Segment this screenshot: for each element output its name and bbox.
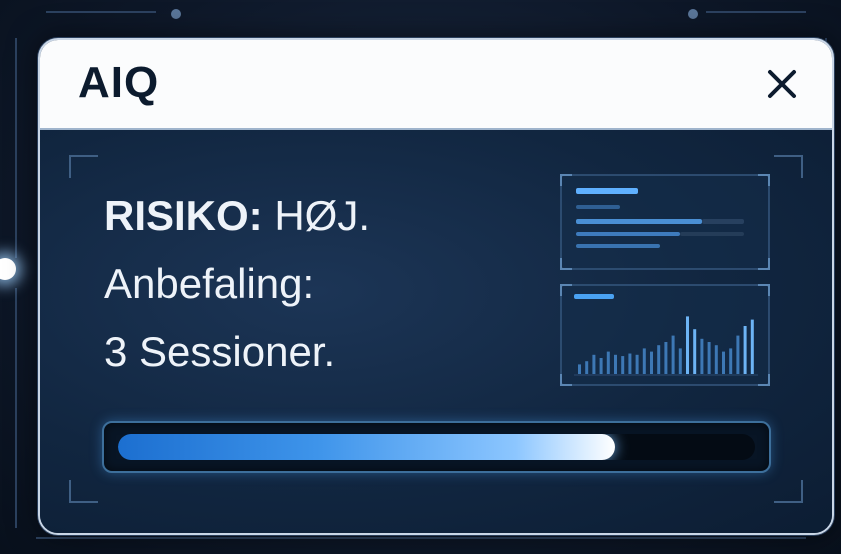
recommendation-value: 3 Sessioner. — [104, 328, 336, 375]
risk-message: RISIKO: HØJ. Anbefaling: 3 Sessioner. — [104, 182, 370, 386]
chart-preview-panel — [558, 282, 772, 388]
close-icon — [768, 70, 796, 98]
mini-chart-bar — [722, 351, 725, 374]
mini-chart-bar — [621, 356, 625, 374]
dialog-window: AIQ RISIKO: HØJ. Anbefaling: 3 Sessioner… — [38, 38, 834, 535]
mini-chart-bar — [671, 335, 675, 374]
mini-chart-bar — [693, 329, 697, 374]
mini-chart-bar — [578, 364, 581, 374]
mini-chart-bar — [614, 354, 617, 374]
mini-chart-bar — [686, 316, 689, 374]
mini-chart-bar — [678, 348, 682, 374]
decor-dot — [171, 9, 181, 19]
mini-chart-bar — [714, 345, 718, 374]
mini-chart-bar — [750, 319, 754, 374]
mini-chart-bar — [599, 358, 603, 374]
mini-chart-bar — [743, 326, 747, 374]
progress-track — [118, 434, 755, 460]
window-title: AIQ — [78, 58, 160, 107]
mini-chart-bar — [707, 342, 711, 374]
risk-value: HØJ. — [274, 192, 371, 239]
title-bar: AIQ — [40, 40, 832, 130]
mini-chart-bar — [657, 345, 661, 374]
mini-chart-bar — [664, 342, 668, 374]
content-area: RISIKO: HØJ. Anbefaling: 3 Sessioner. — [40, 130, 832, 533]
close-button[interactable] — [762, 64, 802, 104]
risk-label: RISIKO: — [104, 192, 263, 239]
decor-dot — [688, 9, 698, 19]
risk-line: RISIKO: HØJ. — [104, 182, 370, 250]
progress-bar — [102, 421, 771, 473]
mini-chart-bar — [585, 361, 589, 374]
mini-chart-bar — [642, 348, 646, 374]
mini-chart-bar — [592, 354, 596, 374]
mini-chart-bar — [650, 351, 653, 374]
mini-chart-bar — [628, 353, 632, 374]
mini-chart-bar — [736, 335, 740, 374]
progress-fill — [118, 434, 615, 460]
mini-chart-bar — [729, 348, 733, 374]
mini-chart-bar — [635, 354, 639, 374]
mini-chart-bar — [606, 351, 610, 374]
recommendation-label: Anbefaling: — [104, 260, 315, 307]
list-preview-panel — [558, 172, 772, 272]
mini-chart-bar — [700, 338, 704, 374]
